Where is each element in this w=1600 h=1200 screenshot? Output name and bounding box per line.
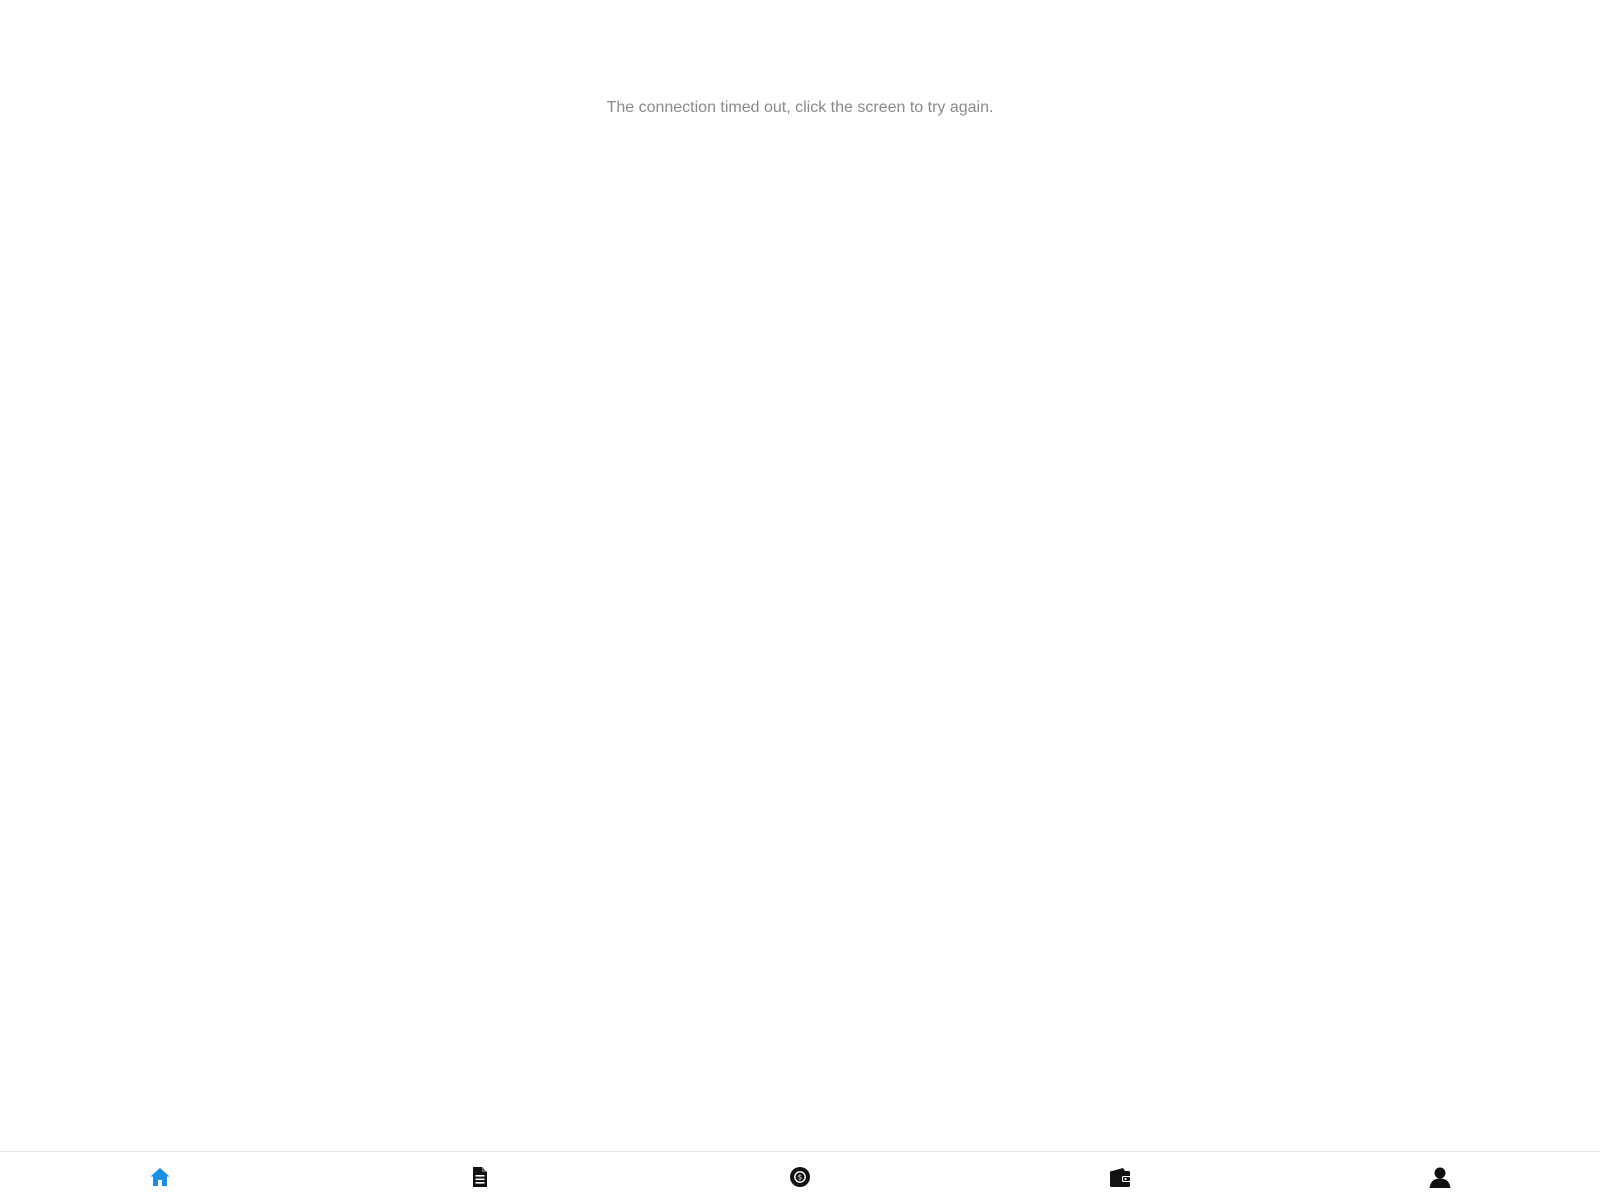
home-icon <box>150 1168 170 1186</box>
wallet-icon <box>1110 1168 1131 1187</box>
tab-profile[interactable] <box>1280 1152 1600 1200</box>
user-icon <box>1429 1167 1451 1188</box>
timeout-message: The connection timed out, click the scre… <box>606 99 994 116</box>
document-icon <box>473 1167 487 1187</box>
tab-coin[interactable]: $ <box>640 1152 960 1200</box>
tab-wallet[interactable] <box>960 1152 1280 1200</box>
tab-documents[interactable] <box>320 1152 640 1200</box>
coin-icon: $ <box>790 1167 810 1187</box>
svg-text:$: $ <box>798 1174 802 1182</box>
retry-screen[interactable]: The connection timed out, click the scre… <box>0 0 1600 1200</box>
tab-home[interactable] <box>0 1152 320 1200</box>
bottom-tab-bar: $ <box>0 1151 1600 1200</box>
